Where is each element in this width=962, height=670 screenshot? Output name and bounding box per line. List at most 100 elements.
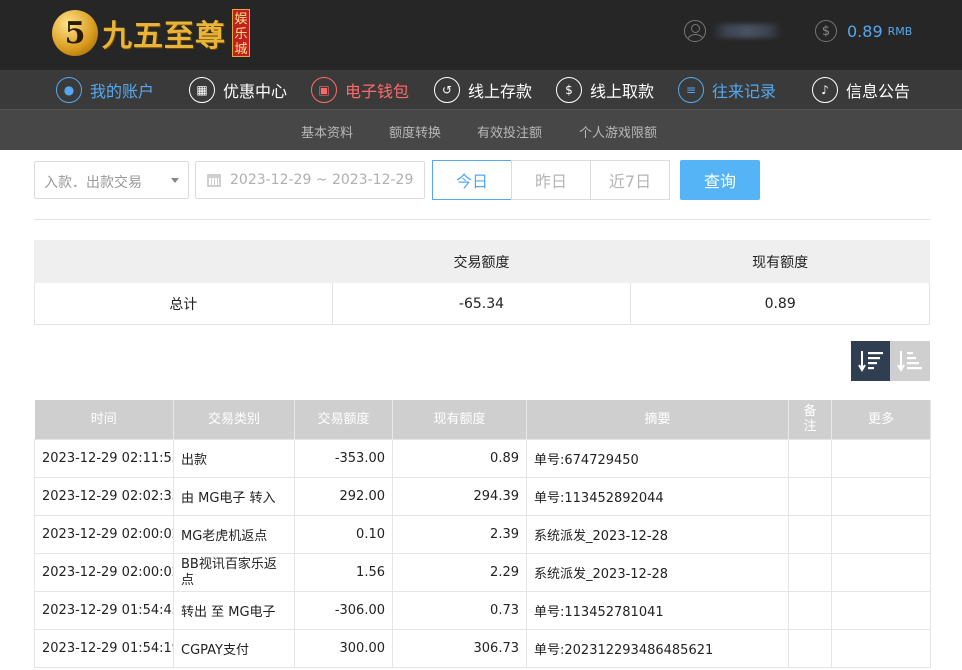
nav-item-e-wallet[interactable]: ▣ 电子钱包	[311, 76, 409, 104]
cell-more	[831, 628, 931, 668]
date-range-input[interactable]: 2023-12-29 ~ 2023-12-29	[195, 161, 425, 199]
cell-time: 2023-12-29 02:11:55	[34, 438, 174, 478]
cell-type: 由 MG电子 转入	[173, 476, 295, 516]
cell-remark	[788, 476, 832, 516]
logo-badge: 娱乐城	[232, 9, 250, 57]
cell-time: 2023-12-29 01:54:19	[34, 628, 174, 668]
column-header-type: 交易类别	[173, 400, 295, 439]
range-7days-button[interactable]: 近7日	[590, 160, 670, 200]
subnav-basic-info[interactable]: 基本资料	[301, 122, 353, 141]
user-circle-icon: ●	[56, 77, 82, 103]
cell-time: 2023-12-29 02:00:02	[34, 552, 174, 592]
nav-item-my-account[interactable]: ● 我的账户	[56, 76, 154, 104]
sort-descending-button[interactable]	[851, 341, 890, 381]
cell-balance: 0.73	[392, 590, 527, 630]
deposit-icon: ↺	[434, 77, 460, 103]
nav-label: 优惠中心	[223, 82, 288, 101]
cell-time: 2023-12-29 02:00:02	[34, 514, 174, 554]
wallet-icon: ▣	[311, 77, 337, 103]
cell-type: 转出 至 MG电子	[173, 590, 295, 630]
cell-time: 2023-12-29 02:02:33	[34, 476, 174, 516]
cell-more	[831, 514, 931, 554]
nav-label: 线上存款	[468, 82, 533, 101]
divider	[34, 219, 930, 220]
nav-item-deposit[interactable]: ↺ 线上存款	[434, 76, 532, 104]
records-icon: ≡	[678, 77, 704, 103]
cell-remark	[788, 590, 832, 630]
cell-amount: -353.00	[294, 438, 393, 478]
cell-type: CGPAY支付	[173, 628, 295, 668]
cell-type: BB视讯百家乐返点	[173, 552, 295, 592]
bell-icon: ♪	[812, 77, 838, 103]
withdraw-icon: $	[556, 77, 582, 103]
range-yesterday-button[interactable]: 昨日	[511, 160, 591, 200]
cell-amount: 292.00	[294, 476, 393, 516]
caret-down-icon	[171, 178, 179, 183]
range-today-button[interactable]: 今日	[432, 160, 512, 200]
sort-descending-icon	[857, 351, 883, 372]
transaction-type-select[interactable]: 入款．出款交易	[34, 161, 189, 199]
column-header-time: 时间	[34, 400, 174, 439]
cell-type: 出款	[173, 438, 295, 478]
username-redacted	[712, 24, 782, 38]
cell-time: 2023-12-29 01:54:45	[34, 590, 174, 630]
summary-table: 交易额度 现有额度 总计 -65.34 0.89	[34, 240, 930, 325]
table-row: 2023-12-29 01:54:45 转出 至 MG电子 -306.00 0.73 单…	[34, 590, 931, 630]
cell-balance: 0.89	[392, 438, 527, 478]
sort-ascending-button[interactable]	[890, 341, 930, 381]
nav-item-records[interactable]: ≡ 往来记录	[678, 76, 776, 104]
balance-unit: RMB	[887, 24, 913, 38]
summary-header-cell: 交易额度	[331, 240, 632, 283]
column-header-balance: 现有额度	[392, 400, 527, 439]
cell-more	[831, 552, 931, 592]
column-header-remark: 备注	[788, 400, 832, 439]
cell-more	[831, 476, 931, 516]
sub-nav: 基本资料 额度转换 有效投注额 个人游戏限额	[0, 110, 962, 150]
cell-remark	[788, 552, 832, 592]
table-row: 2023-12-29 02:00:02 BB视讯百家乐返点 1.56 2.29 系统派发…	[34, 552, 931, 592]
cell-summary: 单号:20231229348648562​1	[526, 628, 789, 668]
nav-label: 我的账户	[90, 82, 155, 101]
cell-balance: 306.73	[392, 628, 527, 668]
brand-logo[interactable]: 5 九五至尊 娱乐城	[52, 6, 250, 60]
select-value: 入款．出款交易	[44, 175, 142, 191]
subnav-credit-transfer[interactable]: 额度转换	[389, 122, 441, 141]
balance-value: 0.89	[847, 21, 883, 41]
nav-label: 线上取款	[590, 82, 655, 101]
subnav-valid-bets[interactable]: 有效投注额	[477, 122, 542, 141]
cell-balance: 2.39	[392, 514, 527, 554]
nav-item-announcements[interactable]: ♪ 信息公告	[812, 76, 910, 104]
cell-amount: 1.56	[294, 552, 393, 592]
summary-label: 总计	[34, 282, 333, 325]
query-button[interactable]: 查询	[680, 160, 760, 200]
cell-more	[831, 438, 931, 478]
summary-header-cell	[34, 240, 333, 283]
subnav-game-limits[interactable]: 个人游戏限额	[579, 122, 657, 141]
logo-mark: 5	[52, 10, 98, 56]
cell-remark	[788, 514, 832, 554]
main-nav: ● 我的账户 ▦ 优惠中心 ▣ 电子钱包 ↺ 线上存款 $ 线上取款 ≡ 往来记…	[0, 70, 962, 110]
summary-total-row: 总计 -65.34 0.89	[34, 282, 930, 325]
calendar-icon	[207, 174, 221, 187]
cell-more	[831, 590, 931, 630]
nav-item-withdraw[interactable]: $ 线上取款	[556, 76, 654, 104]
cell-summary: 单号:113452781041	[526, 590, 789, 630]
column-header-amount: 交易额度	[294, 400, 393, 439]
cell-balance: 294.39	[392, 476, 527, 516]
table-row: 2023-12-29 02:11:55 出款 -353.00 0.89 单号:67472…	[34, 438, 931, 478]
table-row: 2023-12-29 02:02:33 由 MG电子 转入 292.00 294.39…	[34, 476, 931, 516]
cell-remark	[788, 438, 832, 478]
summary-transaction-total: -65.34	[331, 282, 632, 325]
cell-amount: 300.00	[294, 628, 393, 668]
date-range-value: 2023-12-29 ~ 2023-12-29	[230, 172, 414, 188]
cell-remark	[788, 628, 832, 668]
cell-summary: 单号:113452892044	[526, 476, 789, 516]
nav-item-promotions[interactable]: ▦ 优惠中心	[189, 76, 287, 104]
nav-label: 往来记录	[712, 82, 777, 101]
cell-summary: 单号:674729450	[526, 438, 789, 478]
cell-amount: 0.10	[294, 514, 393, 554]
user-info[interactable]	[684, 20, 782, 42]
table-row: 2023-12-29 01:54:19 CGPAY支付 300.00 306.73 单号…	[34, 628, 931, 668]
top-header: 5 九五至尊 娱乐城 $ 0.89 RMB	[0, 0, 962, 70]
cell-type: MG老虎机返点	[173, 514, 295, 554]
